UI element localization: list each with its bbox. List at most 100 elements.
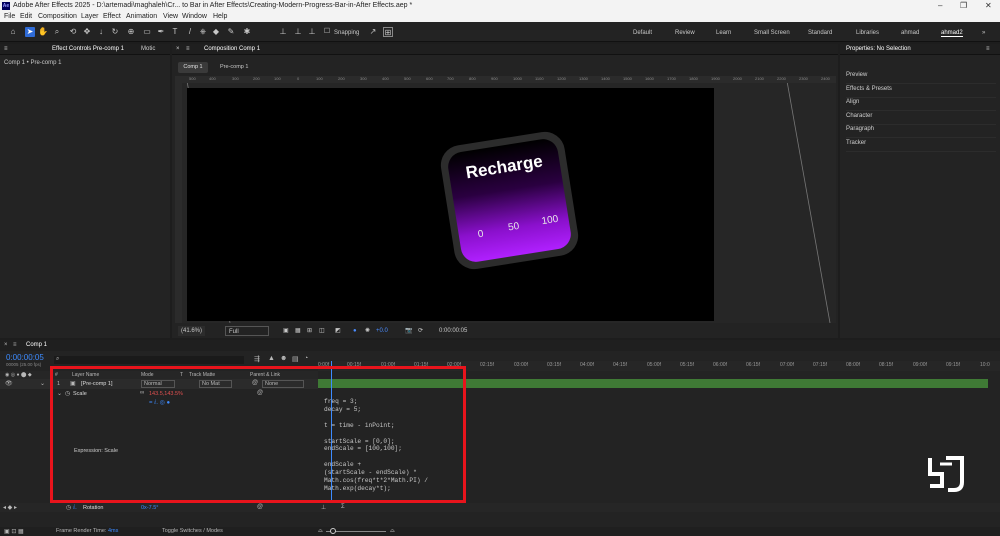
brush-tool-icon[interactable]: /: [185, 27, 195, 37]
layer-search-input[interactable]: ⌕: [54, 356, 244, 364]
clone-stamp-tool-icon[interactable]: ⎈: [198, 27, 208, 37]
shy-layers-icon[interactable]: ☻: [280, 355, 287, 362]
tab-composition[interactable]: Composition Comp 1: [204, 46, 260, 52]
menu-effect[interactable]: Effect: [103, 13, 121, 20]
type-tool-icon[interactable]: T: [170, 27, 180, 37]
tab-comp1[interactable]: Comp 1: [26, 342, 47, 348]
roto-brush-tool-icon[interactable]: ✎: [226, 27, 236, 37]
menu-composition[interactable]: Composition: [38, 13, 77, 20]
time-ruler-tick: 05:15f: [680, 362, 694, 368]
panel-effects-presets[interactable]: Effects & Presets: [846, 86, 996, 98]
minimize-icon[interactable]: –: [938, 1, 942, 10]
workspace-ahmad[interactable]: ahmad: [901, 30, 919, 36]
ruler-tick: 700: [447, 76, 454, 81]
local-axis-icon[interactable]: ⊥: [278, 27, 288, 37]
pan-behind-tool-icon[interactable]: ⊕: [126, 27, 136, 37]
menu-file[interactable]: File: [4, 13, 15, 20]
rotation-stopwatch-icon[interactable]: ◷: [66, 504, 71, 511]
menu-edit[interactable]: Edit: [20, 13, 32, 20]
region-of-interest-icon[interactable]: ▣: [283, 326, 289, 336]
menu-view[interactable]: View: [163, 13, 178, 20]
zoom-tool-icon[interactable]: ⌕: [52, 27, 62, 37]
panel-menu-icon[interactable]: ≡: [4, 46, 8, 52]
progress-label-100: 100: [540, 213, 560, 228]
panel-paragraph[interactable]: Paragraph: [846, 126, 996, 138]
rectangle-tool-icon[interactable]: ▭: [142, 27, 152, 37]
subtab-comp1[interactable]: Comp 1: [178, 62, 208, 73]
panel-preview[interactable]: Preview: [846, 72, 996, 84]
world-axis-icon[interactable]: ⊥: [293, 27, 303, 37]
color-channels-icon[interactable]: ●: [353, 326, 357, 336]
current-time-display[interactable]: 0:00:00:05: [439, 326, 467, 336]
close-tab-icon[interactable]: ×: [4, 342, 8, 348]
panel-menu-icon[interactable]: ≡: [986, 46, 990, 52]
workspace-overflow-icon[interactable]: »: [982, 30, 985, 36]
selection-tool-icon[interactable]: ➤: [25, 27, 35, 37]
workspace-review[interactable]: Review: [675, 30, 695, 36]
pan-tool-icon[interactable]: ✥: [82, 27, 92, 37]
panel-character[interactable]: Character: [846, 113, 996, 125]
menu-window[interactable]: Window: [182, 13, 207, 20]
maximize-icon[interactable]: ❐: [960, 1, 967, 10]
workspace-learn[interactable]: Learn: [716, 30, 731, 36]
draft-3d-icon[interactable]: ▲: [268, 355, 275, 362]
zoom-dropdown[interactable]: (41.6%): [178, 326, 206, 336]
snapshot-icon[interactable]: 📷: [405, 326, 412, 336]
snap-grid-icon[interactable]: ⊞: [383, 27, 393, 37]
workspace-ahmad2[interactable]: ahmad2: [941, 30, 963, 37]
orbit-tool-icon[interactable]: ⟲: [68, 27, 78, 37]
puppet-tool-icon[interactable]: ✱: [242, 27, 252, 37]
rotate-tool-icon[interactable]: ↻: [110, 27, 120, 37]
home-icon[interactable]: ⌂: [8, 27, 18, 37]
workspace-libraries[interactable]: Libraries: [856, 30, 879, 36]
footer-toggle-icons[interactable]: ▣ ⊡ ▦: [4, 528, 24, 535]
panel-menu-icon[interactable]: ≡: [13, 342, 17, 348]
zoom-in-icon[interactable]: ⌓: [390, 528, 395, 535]
menu-animation[interactable]: Animation: [126, 13, 157, 20]
pen-tool-icon[interactable]: ✒: [156, 27, 166, 37]
timeline-timecode[interactable]: 0:00:00:05: [6, 353, 44, 362]
reset-exposure-icon[interactable]: ✺: [365, 326, 370, 336]
toggle-switches-modes[interactable]: Toggle Switches / Modes: [162, 528, 223, 534]
exposure-value[interactable]: +0.0: [376, 326, 388, 336]
view-axis-icon[interactable]: ⊥: [307, 27, 317, 37]
zoom-out-icon[interactable]: ⌓: [318, 528, 323, 535]
close-icon[interactable]: ✕: [985, 1, 992, 10]
panel-tracker[interactable]: Tracker: [846, 140, 996, 152]
snap-option-icon[interactable]: ↗: [368, 27, 378, 37]
rotation-expression-icon[interactable]: ⅈ.: [73, 504, 77, 511]
mask-visibility-icon[interactable]: ◫: [319, 326, 325, 336]
transparency-grid-icon[interactable]: ▦: [295, 326, 301, 336]
rotation-pick-whip-icon[interactable]: @: [257, 504, 263, 510]
motion-blur-icon[interactable]: ◔: [304, 355, 308, 362]
tab-motion[interactable]: Motic: [141, 46, 155, 52]
snapping-checkbox[interactable]: ☐: [322, 27, 332, 37]
time-ruler-tick: 10:0: [980, 362, 990, 368]
panel-menu-icon[interactable]: ≡: [186, 46, 190, 52]
workspace-small-screen[interactable]: Small Screen: [754, 30, 790, 36]
dolly-tool-icon[interactable]: ↓: [96, 27, 106, 37]
resolution-dropdown[interactable]: Full: [225, 326, 269, 336]
guides-icon[interactable]: ⊞: [307, 326, 312, 336]
menu-help[interactable]: Help: [213, 13, 227, 20]
rotation-value[interactable]: 0x-7.5°: [141, 505, 159, 511]
keyframe-nav-icon[interactable]: ◂ ◆ ▸: [3, 504, 17, 511]
timeline-zoom-handle[interactable]: [330, 528, 336, 534]
visibility-eye-icon[interactable]: 👁: [5, 380, 13, 387]
eraser-tool-icon[interactable]: ◆: [211, 27, 221, 37]
workspace-default[interactable]: Default: [633, 30, 652, 36]
frame-blending-icon[interactable]: ▤: [292, 355, 299, 363]
ruler-tick: 100: [316, 76, 323, 81]
close-tab-icon[interactable]: ×: [176, 46, 180, 52]
menu-layer[interactable]: Layer: [81, 13, 99, 20]
panel-align[interactable]: Align: [846, 99, 996, 111]
comp-mini-flowchart-icon[interactable]: ⇶: [254, 355, 260, 363]
tab-effect-controls[interactable]: Effect Controls Pre-comp 1: [52, 46, 124, 52]
subtab-precomp1[interactable]: Pre-comp 1: [220, 64, 248, 70]
workspace-standard[interactable]: Standard: [808, 30, 832, 36]
render-time-value: 4ms: [108, 528, 119, 534]
layer-expand-chevron-icon[interactable]: ⌄: [40, 380, 45, 387]
3d-view-icon[interactable]: ◩: [335, 326, 341, 336]
show-snapshot-icon[interactable]: ⟳: [418, 326, 423, 336]
hand-tool-icon[interactable]: ✋: [38, 27, 48, 37]
